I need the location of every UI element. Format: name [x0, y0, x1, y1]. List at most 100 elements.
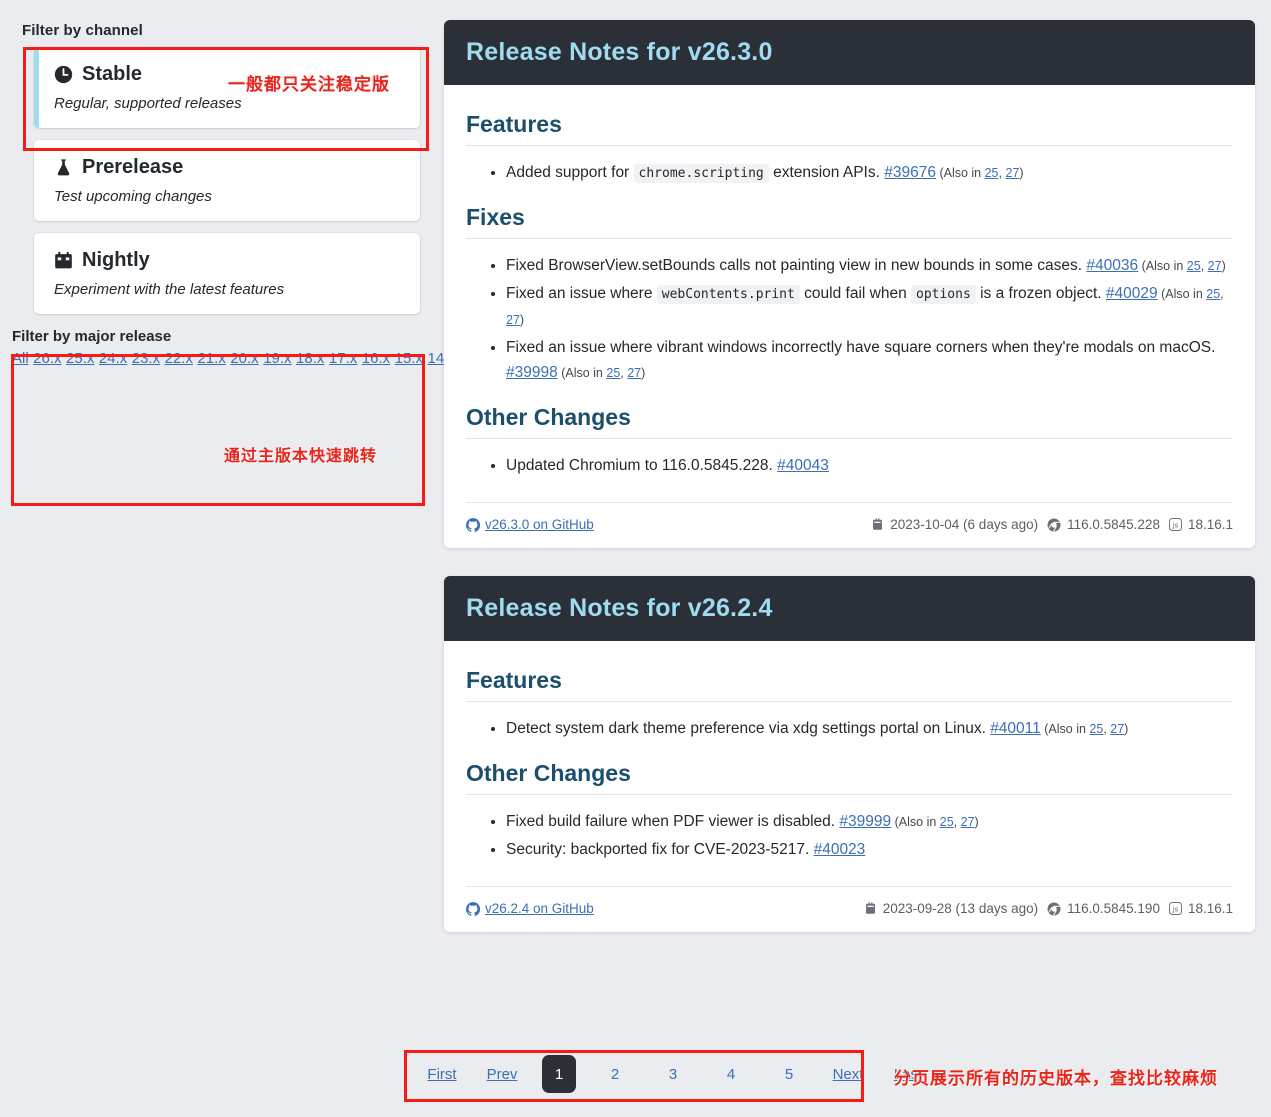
also-in-version-link[interactable]: 27 [506, 313, 520, 327]
channel-description: Experiment with the latest features [54, 281, 285, 298]
item-text: Fixed an issue where vibrant windows inc… [506, 339, 1216, 356]
channel-description: Test upcoming changes [54, 188, 212, 205]
major-version-link-25-x[interactable]: 25.x [66, 350, 94, 367]
major-version-link-list: All 26.x 25.x 24.x 23.x 22.x 21.x 20.x 19.x 18.x 1… [12, 347, 831, 371]
section-heading: Features [466, 667, 1233, 702]
filter-by-channel-title: Filter by channel [22, 22, 143, 39]
also-in-suffix: ) [641, 366, 646, 380]
node-icon: js [1168, 902, 1182, 915]
pull-request-link[interactable]: #40029 [1106, 285, 1158, 302]
major-version-link-15-x[interactable]: 15.x [395, 350, 423, 367]
item-text: extension APIs. [768, 164, 885, 181]
release-note-item: Security: backported fix for CVE-2023-52… [506, 837, 1233, 862]
chromium-version: 116.0.5845.228 [1067, 517, 1160, 532]
also-in-version-link[interactable]: 25 [1187, 259, 1201, 273]
also-in-version-link[interactable]: 25 [1089, 722, 1103, 736]
also-in-version-link[interactable]: 25 [985, 166, 999, 180]
pull-request-link[interactable]: #40023 [814, 841, 866, 858]
also-in-note: (Also in 25, 27) [1040, 722, 1129, 736]
pull-request-link[interactable]: #39998 [506, 364, 558, 381]
major-version-link-19-x[interactable]: 19.x [263, 350, 291, 367]
node-icon: js [1168, 518, 1182, 531]
pull-request-link[interactable]: #40011 [990, 720, 1041, 737]
major-version-link-26-x[interactable]: 26.x [33, 350, 61, 367]
also-in-version-link[interactable]: 27 [627, 366, 641, 380]
major-version-link-16-x[interactable]: 16.x [362, 350, 390, 367]
annotation-major-note: 通过主版本快速跳转 [224, 446, 378, 465]
item-text: Fixed an issue where [506, 285, 657, 302]
also-in-version-link[interactable]: 27 [961, 815, 975, 829]
pagination-first[interactable]: First [420, 1056, 464, 1092]
annotation-stable-note: 一般都只关注稳定版 [228, 75, 390, 95]
annotation-pagination-note: 分页展示所有的历史版本，查找比较麻烦 [894, 1069, 1218, 1089]
channel-heading: Nightly [54, 249, 402, 271]
pull-request-link[interactable]: #39999 [839, 813, 891, 830]
item-text: Fixed BrowserView.setBounds calls not pa… [506, 257, 1087, 274]
also-in-version-link[interactable]: 27 [1208, 259, 1222, 273]
also-in-prefix: (Also in [1138, 259, 1187, 273]
also-in-version-link[interactable]: 25 [1206, 287, 1220, 301]
channel-name: Stable [82, 63, 143, 85]
github-release-link-label[interactable]: v26.3.0 on GitHub [485, 517, 594, 532]
section-item-list: Detect system dark theme preference via … [466, 716, 1233, 742]
github-release-link[interactable]: v26.3.0 on GitHub [466, 517, 594, 532]
major-version-link-23-x[interactable]: 23.x [132, 350, 160, 367]
major-version-link-21-x[interactable]: 21.x [197, 350, 225, 367]
chrome-icon [1047, 518, 1061, 532]
release-note-item: Fixed an issue where webContents.print c… [506, 281, 1233, 333]
inline-code: options [911, 285, 976, 304]
also-in-note: (Also in 25, 27) [1138, 259, 1226, 273]
also-in-version-link[interactable]: 25 [940, 815, 954, 829]
calendar-icon [871, 518, 884, 531]
section-item-list: Fixed build failure when PDF viewer is d… [466, 809, 1233, 862]
release-note-body: Features Detect system dark theme prefere… [444, 641, 1255, 886]
release-date: 2023-10-04 (6 days ago) [890, 517, 1039, 532]
pull-request-link[interactable]: #40043 [777, 457, 829, 474]
section-heading: Other Changes [466, 404, 1233, 439]
svg-text:js: js [1172, 904, 1179, 913]
github-icon [466, 517, 480, 532]
pagination-page-4[interactable]: 4 [716, 1056, 746, 1092]
pagination-prev[interactable]: Prev [480, 1056, 524, 1092]
pagination-next[interactable]: Next [826, 1056, 870, 1092]
pagination-page-1[interactable]: 1 [542, 1055, 576, 1093]
github-release-link-label[interactable]: v26.2.4 on GitHub [485, 901, 594, 916]
major-version-link-20-x[interactable]: 20.x [230, 350, 258, 367]
sidebar: Filter by channel Stable Regular, suppor… [0, 0, 831, 1117]
release-title: Release Notes for v26.2.4 [466, 594, 773, 622]
pagination-page-2[interactable]: 2 [600, 1056, 630, 1092]
also-in-version-link[interactable]: 25 [606, 366, 620, 380]
also-in-note: (Also in 25, 27) [935, 166, 1024, 180]
github-release-link[interactable]: v26.2.4 on GitHub [466, 901, 594, 916]
release-note-card: Release Notes for v26.2.4 Features Detect … [444, 576, 1255, 932]
major-version-link-22-x[interactable]: 22.x [165, 350, 193, 367]
chrome-icon [1047, 902, 1061, 916]
pull-request-link[interactable]: #40036 [1086, 257, 1138, 274]
channel-heading: Prerelease [54, 156, 402, 178]
calendar-icon [54, 251, 73, 270]
chromium-version: 116.0.5845.190 [1067, 901, 1160, 916]
major-version-link-All[interactable]: All [12, 350, 29, 367]
major-version-link-17-x[interactable]: 17.x [329, 350, 357, 367]
pagination-page-3[interactable]: 3 [658, 1056, 688, 1092]
release-title: Release Notes for v26.3.0 [466, 38, 773, 66]
also-in-version-link[interactable]: 27 [1005, 166, 1019, 180]
github-icon [466, 901, 480, 916]
item-text: could fail when [799, 285, 911, 302]
item-text: is a frozen object. [975, 285, 1106, 302]
node-version: 18.16.1 [1187, 901, 1233, 916]
also-in-prefix: (Also in [557, 366, 607, 380]
channel-card-prerelease[interactable]: Prerelease Test upcoming changes [34, 140, 420, 221]
also-in-suffix: ) [519, 313, 525, 327]
release-note-item: Fixed an issue where vibrant windows inc… [506, 335, 1233, 386]
pull-request-link[interactable]: #39676 [884, 164, 936, 181]
channel-card-nightly[interactable]: Nightly Experiment with the latest featu… [34, 233, 420, 314]
item-text: Detect system dark theme preference via … [506, 720, 991, 737]
also-in-prefix: (Also in [1040, 722, 1090, 736]
major-version-link-18-x[interactable]: 18.x [296, 350, 324, 367]
pagination-page-5[interactable]: 5 [774, 1056, 804, 1092]
major-version-link-24-x[interactable]: 24.x [99, 350, 127, 367]
inline-code: chrome.scripting [633, 164, 769, 183]
also-in-version-link[interactable]: 27 [1110, 722, 1124, 736]
channel-name: Nightly [82, 249, 150, 271]
